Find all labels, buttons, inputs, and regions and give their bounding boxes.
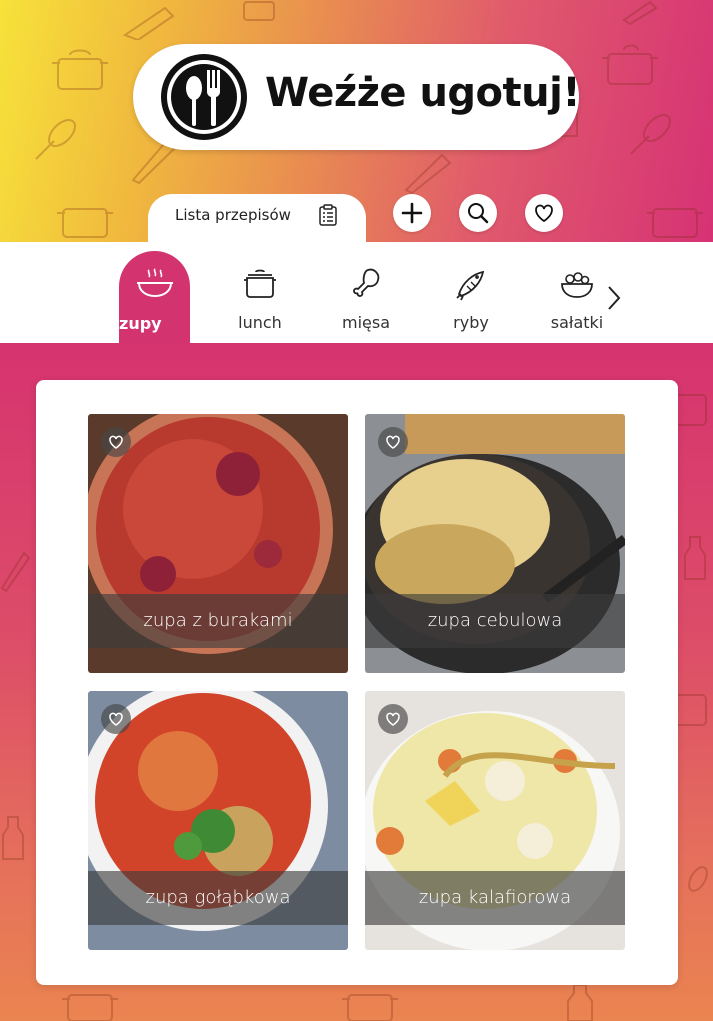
bottle-pattern-icon [2, 816, 24, 860]
chevron-right-icon[interactable] [604, 284, 624, 312]
heart-icon [535, 204, 553, 223]
recipe-card[interactable]: zupa cebulowa [365, 414, 625, 673]
carrot-pattern-icon [404, 153, 452, 195]
category-label: ryby [453, 313, 489, 332]
recipe-title: zupa gołąbkowa [88, 871, 348, 925]
favorite-toggle[interactable] [101, 704, 131, 734]
recipe-title: zupa z burakami [88, 594, 348, 648]
category-label: sałatki [550, 313, 604, 332]
fork-spoon-logo-icon [161, 54, 247, 140]
plus-icon [401, 202, 423, 224]
salad-bowl-icon [561, 272, 593, 298]
tab-recipe-list-label: Lista przepisów [175, 206, 291, 224]
pot-pattern-icon [602, 44, 658, 85]
bottle-pattern-icon [567, 984, 593, 1021]
pot-pattern-icon [647, 208, 703, 238]
category-label: mięsa [341, 313, 390, 332]
recipe-grid: zupa z burakami zupa cebulowa zupa gołąb… [36, 380, 678, 985]
box-pattern-icon [243, 1, 275, 21]
category-label: lunch [238, 313, 282, 332]
search-button[interactable] [459, 194, 497, 232]
favorites-button[interactable] [525, 194, 563, 232]
category-soups[interactable]: zupy [119, 251, 190, 343]
category-meat[interactable]: mięsa [316, 242, 416, 343]
category-lunch[interactable]: lunch [210, 242, 310, 343]
pot-pattern-icon [57, 208, 113, 238]
recipe-card[interactable]: zupa kalafiorowa [365, 691, 625, 950]
category-label: zupy [119, 314, 162, 333]
heart-icon [386, 712, 400, 726]
pot-icon [244, 269, 276, 298]
heart-icon [109, 712, 123, 726]
category-fish[interactable]: ryby [421, 242, 521, 343]
heart-icon [386, 435, 400, 449]
favorite-toggle[interactable] [101, 427, 131, 457]
heart-icon [109, 435, 123, 449]
search-icon [468, 203, 489, 224]
add-recipe-button[interactable] [393, 194, 431, 232]
soup-bowl-icon [137, 268, 173, 298]
app-title: Weźże ugotuj! [265, 70, 581, 116]
recipe-card[interactable]: zupa z burakami [88, 414, 348, 673]
pot-pattern-icon [62, 994, 118, 1021]
clipboard-icon [319, 204, 337, 226]
recipe-card[interactable]: zupa gołąbkowa [88, 691, 348, 950]
app-logo[interactable]: Weźże ugotuj! [133, 44, 581, 150]
whisk-pattern-icon [630, 114, 671, 155]
carrot-pattern-icon [622, 0, 658, 25]
carrot-pattern-icon [0, 551, 30, 593]
whisk-pattern-icon [688, 866, 708, 892]
recipe-title: zupa cebulowa [365, 594, 625, 648]
fish-icon [456, 270, 485, 301]
carrot-pattern-icon [122, 6, 175, 40]
favorite-toggle[interactable] [378, 427, 408, 457]
favorite-toggle[interactable] [378, 704, 408, 734]
pot-pattern-icon [52, 49, 108, 90]
tab-recipe-list[interactable]: Lista przepisów [148, 194, 366, 244]
whisk-pattern-icon [35, 119, 76, 160]
bottle-pattern-icon [684, 536, 706, 580]
pot-pattern-icon [342, 994, 398, 1021]
recipe-title: zupa kalafiorowa [365, 871, 625, 925]
chicken-leg-icon [353, 268, 380, 297]
